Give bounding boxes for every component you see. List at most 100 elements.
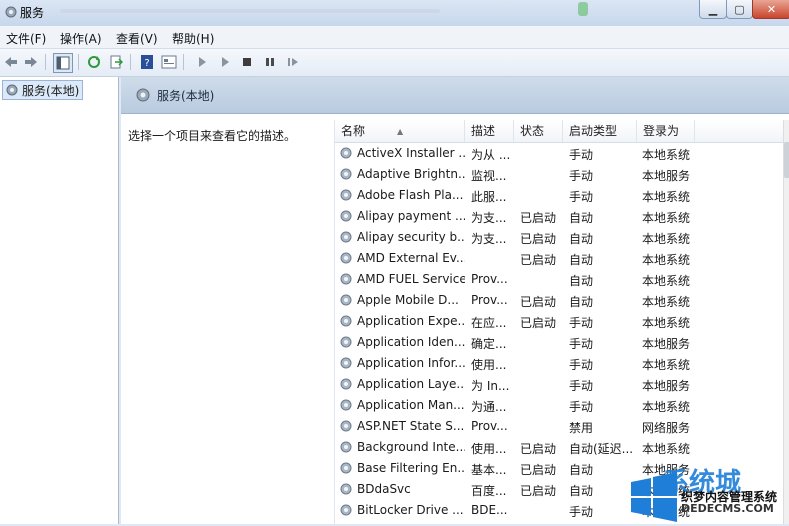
scrollbar-thumb[interactable]: [784, 142, 789, 178]
service-description: Prov...: [471, 272, 508, 286]
service-gear-icon: [340, 189, 352, 201]
service-name: Base Filtering En...: [357, 461, 465, 475]
service-row[interactable]: Application Expe... 在应... 已启动 手动 本地系统: [335, 311, 783, 332]
sort-ascending-icon: ▲: [397, 127, 404, 136]
minimize-button[interactable]: ▁: [699, 0, 727, 19]
toolbar-separator: [78, 54, 79, 70]
service-startup-type: 手动: [569, 358, 594, 372]
service-status: 已启动: [520, 232, 557, 246]
service-gear-icon: [340, 147, 352, 159]
details-pane: 服务(本地) 选择一个项目来查看它的描述。 名称 ▲ 描述 状态 启动类型 登录…: [121, 77, 789, 524]
tree-item-services-local[interactable]: 服务(本地): [2, 80, 84, 100]
console-tree: 服务(本地): [0, 77, 119, 524]
menu-file[interactable]: 文件(F): [6, 30, 46, 47]
service-logon-as: 网络服务: [642, 421, 691, 435]
service-logon-as: 本地系统: [642, 442, 691, 456]
service-row[interactable]: Background Inte... 使用... 已启动 自动(延迟... 本地系统: [335, 437, 783, 458]
service-row[interactable]: Application Iden... 确定... 手动 本地服务: [335, 332, 783, 353]
service-row[interactable]: Application Man... 为通... 手动 本地系统: [335, 395, 783, 416]
stop-icon[interactable]: [238, 53, 256, 71]
menu-action[interactable]: 操作(A): [60, 30, 102, 47]
service-startup-type: 手动: [569, 169, 594, 183]
service-gear-icon: [340, 378, 352, 390]
service-status: 已启动: [520, 295, 557, 309]
menu-view[interactable]: 查看(V): [116, 30, 158, 47]
maximize-button[interactable]: ▢: [726, 0, 753, 19]
service-description: 为支...: [471, 211, 507, 225]
services-gear-icon: [6, 84, 18, 96]
description-pane: 选择一个项目来查看它的描述。: [121, 114, 333, 524]
service-row[interactable]: Alipay security b... 为支... 已启动 自动 本地系统: [335, 227, 783, 248]
service-gear-icon: [340, 231, 352, 243]
service-description: 为从 ...: [471, 148, 511, 162]
service-row[interactable]: AMD External Ev... 已启动 自动 本地系统: [335, 248, 783, 269]
service-description: 百度...: [471, 484, 507, 498]
service-row[interactable]: AMD FUEL Service Prov... 自动 本地系统: [335, 269, 783, 290]
toolbar-separator: [130, 54, 131, 70]
service-logon-as: 本地系统: [642, 232, 691, 246]
menu-bar: 文件(F) 操作(A) 查看(V) 帮助(H): [0, 26, 789, 49]
service-description: 使用...: [471, 442, 507, 456]
column-header-startup[interactable]: 启动类型: [563, 120, 637, 142]
service-row[interactable]: Adaptive Brightn... 监视... 手动 本地服务: [335, 164, 783, 185]
forward-icon[interactable]: [22, 53, 40, 71]
toolbar-separator: [183, 54, 184, 70]
service-status: 已启动: [520, 211, 557, 225]
services-gear-icon: [136, 88, 150, 102]
service-gear-icon: [340, 441, 352, 453]
start-alt-icon[interactable]: [216, 53, 234, 71]
help-icon[interactable]: ?: [138, 53, 156, 71]
service-startup-type: 手动: [569, 337, 594, 351]
service-description: 为通...: [471, 400, 507, 414]
resume-icon[interactable]: [284, 53, 302, 71]
service-name: ASP.NET State S...: [357, 419, 465, 433]
export-icon[interactable]: [107, 53, 125, 71]
service-row[interactable]: Adobe Flash Pla... 此服... 手动 本地系统: [335, 185, 783, 206]
section-title: 服务(本地): [157, 89, 215, 103]
menu-help[interactable]: 帮助(H): [172, 30, 214, 47]
close-button[interactable]: ✕: [752, 0, 789, 19]
svg-text:?: ?: [144, 58, 149, 69]
title-path-blurred: [60, 9, 440, 13]
service-gear-icon: [340, 504, 352, 516]
description-hint: 选择一个项目来查看它的描述。: [128, 129, 297, 143]
service-row[interactable]: Alipay payment ... 为支... 已启动 自动 本地系统: [335, 206, 783, 227]
refresh-icon[interactable]: [85, 53, 103, 71]
service-status: 已启动: [520, 484, 557, 498]
column-headers: 名称 ▲ 描述 状态 启动类型 登录为: [335, 120, 783, 143]
pause-icon[interactable]: [261, 53, 279, 71]
service-gear-icon: [340, 357, 352, 369]
service-row[interactable]: ASP.NET State S... Prov... 禁用 网络服务: [335, 416, 783, 437]
service-name: Alipay payment ...: [357, 209, 465, 223]
service-name: Alipay security b...: [357, 230, 465, 244]
service-row[interactable]: Application Laye... 为 In... 手动 本地服务: [335, 374, 783, 395]
service-status: 已启动: [520, 463, 557, 477]
back-icon[interactable]: [2, 53, 20, 71]
service-gear-icon: [340, 399, 352, 411]
service-row[interactable]: ActiveX Installer ... 为从 ... 手动 本地系统: [335, 143, 783, 164]
service-startup-type: 自动: [569, 232, 594, 246]
service-gear-icon: [340, 336, 352, 348]
service-name: Application Expe...: [357, 314, 465, 328]
service-name: Adaptive Brightn...: [357, 167, 465, 181]
service-startup-type: 手动: [569, 190, 594, 204]
service-logon-as: 本地系统: [642, 316, 691, 330]
start-icon[interactable]: [193, 53, 211, 71]
service-startup-type: 手动: [569, 379, 594, 393]
service-logon-as: 本地系统: [642, 358, 691, 372]
column-header-logon[interactable]: 登录为: [637, 120, 695, 142]
service-gear-icon: [340, 294, 352, 306]
column-header-status[interactable]: 状态: [514, 120, 563, 142]
service-gear-icon: [340, 315, 352, 327]
service-row[interactable]: Apple Mobile D... Prov... 已启动 自动 本地系统: [335, 290, 783, 311]
service-name: Application Iden...: [357, 335, 465, 349]
service-gear-icon: [340, 462, 352, 474]
service-status: 已启动: [520, 316, 557, 330]
show-hide-tree-icon[interactable]: [53, 53, 73, 73]
properties-icon[interactable]: [160, 53, 178, 71]
column-header-desc[interactable]: 描述: [465, 120, 514, 142]
service-name: AMD External Ev...: [357, 251, 465, 265]
shield-icon: [578, 2, 588, 16]
column-header-name[interactable]: 名称 ▲: [335, 120, 465, 142]
service-row[interactable]: Application Infor... 使用... 手动 本地系统: [335, 353, 783, 374]
